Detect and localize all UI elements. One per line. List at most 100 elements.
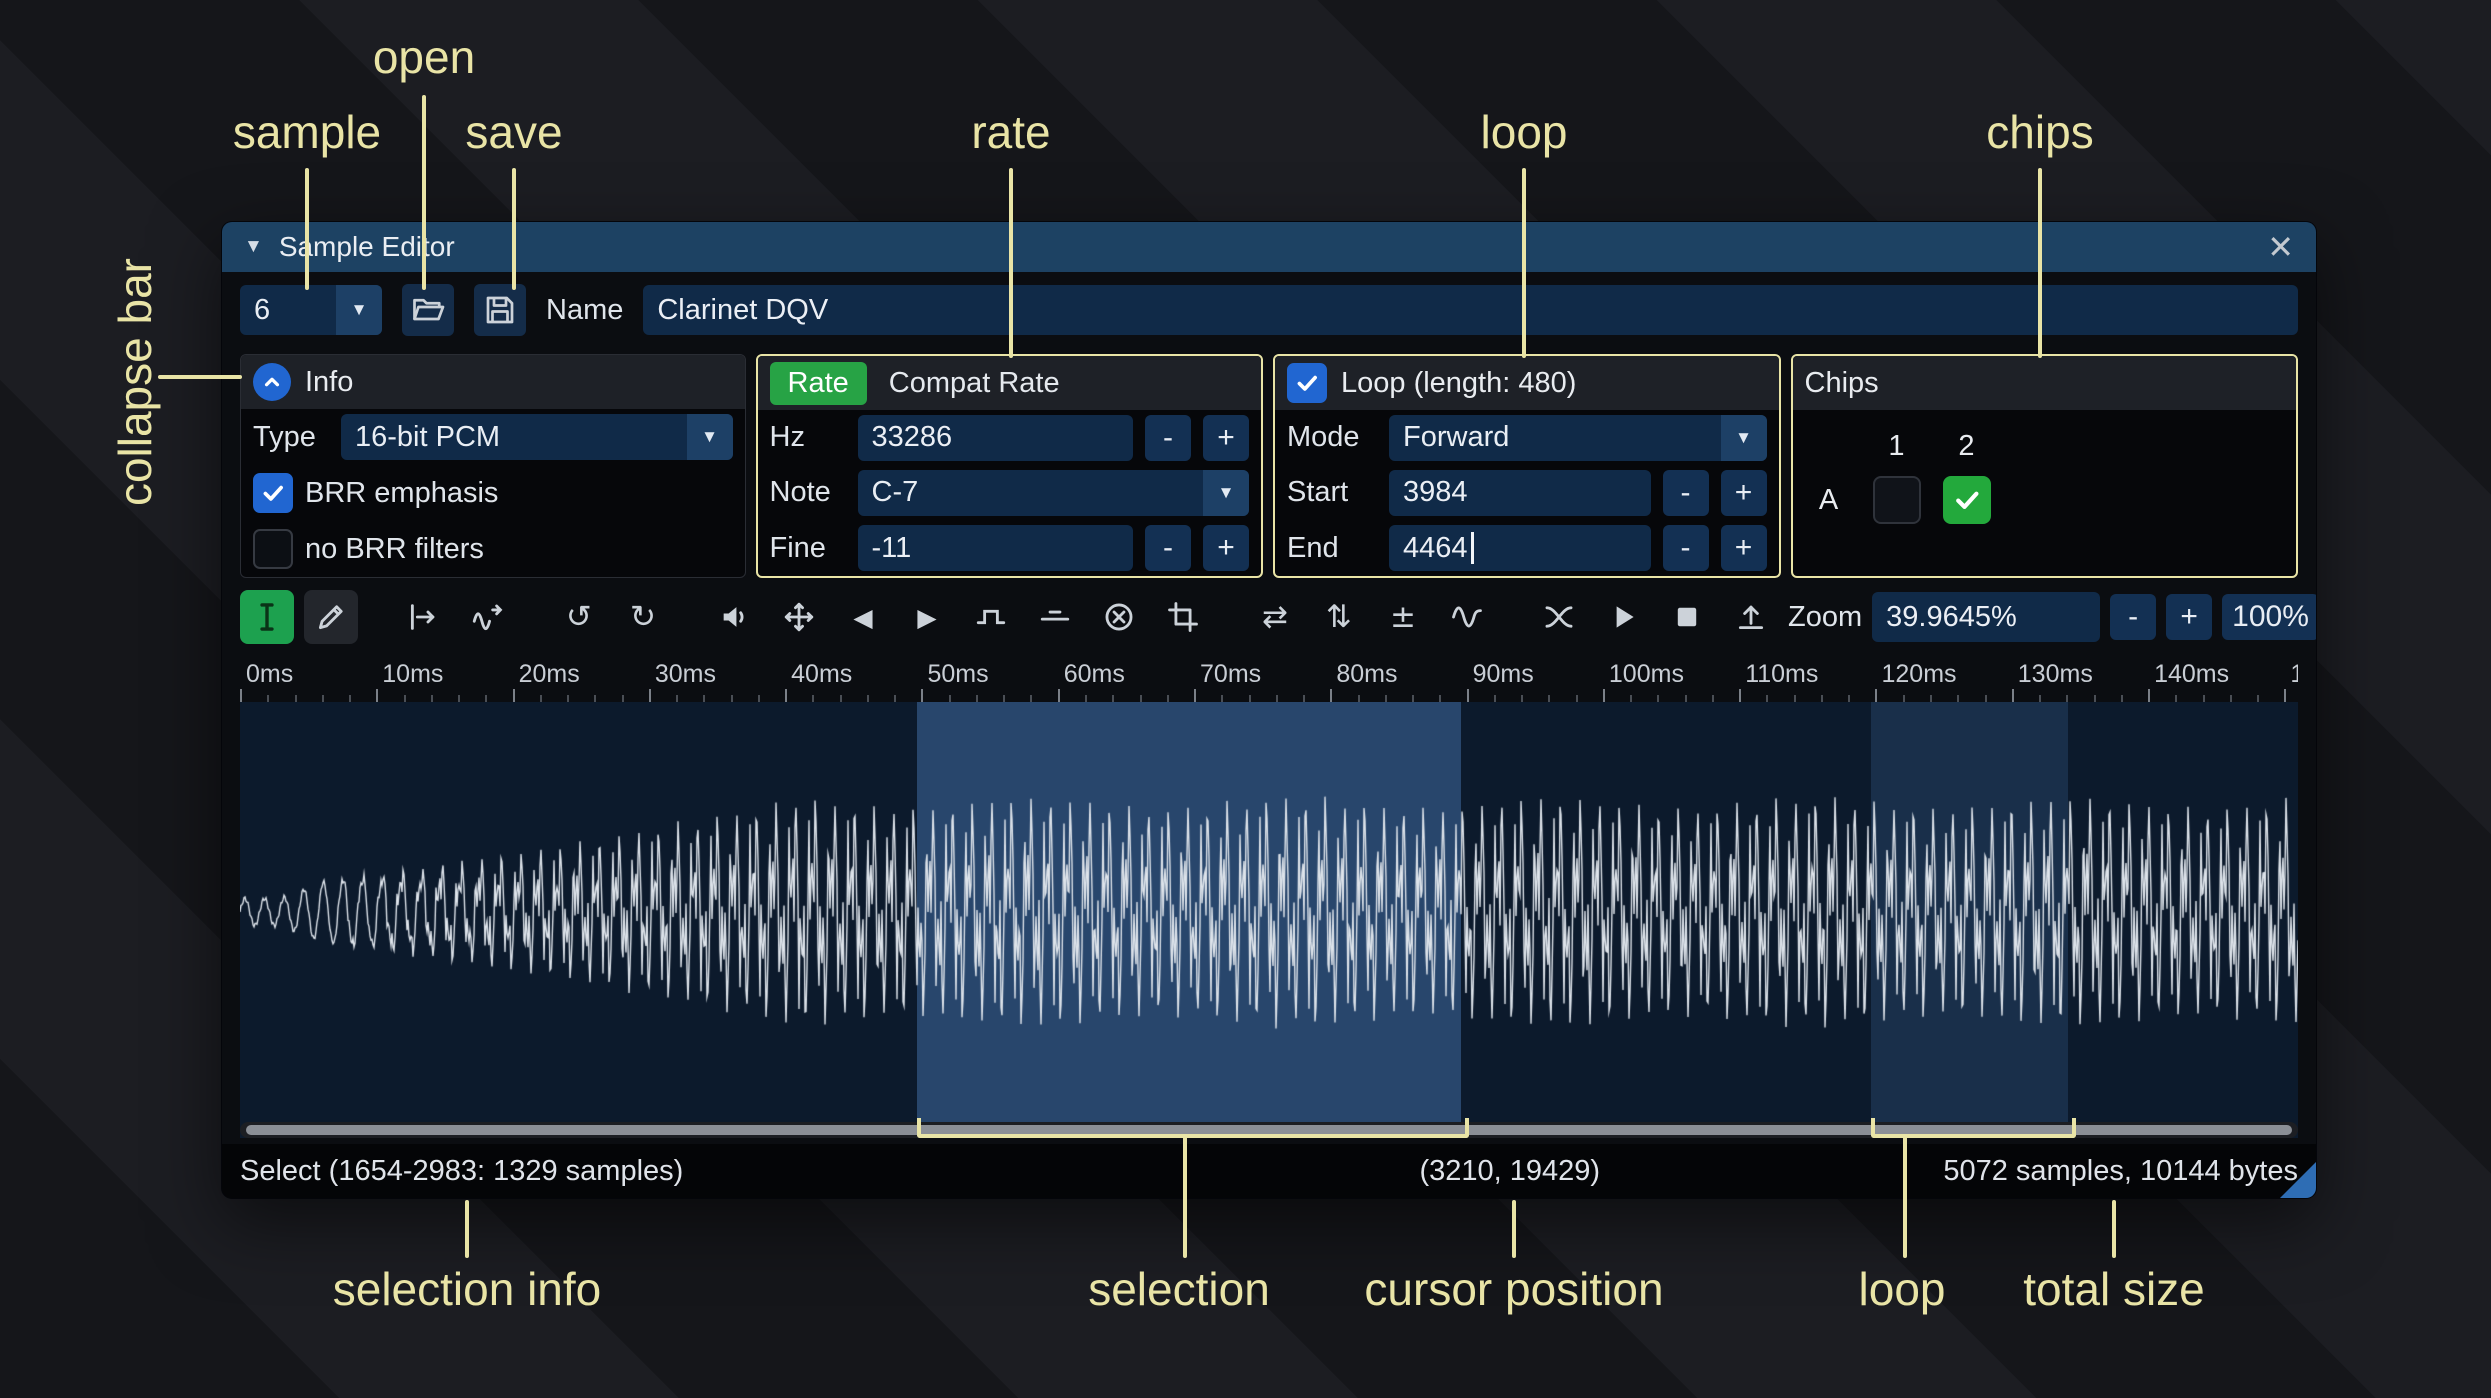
fade-out-button[interactable]: ▶ [900,590,954,644]
open-folder-icon [413,298,445,321]
pencil-icon [318,605,343,630]
left-triangle-icon: ◀ [853,602,873,632]
type-label: Type [253,420,316,453]
annotation-save: save [465,106,563,158]
chevron-up-icon [264,377,280,387]
sine-wave-icon [1452,606,1482,628]
loop-panel-title: Loop (length: 480) [1341,366,1577,399]
save-button[interactable] [474,284,526,336]
annotation-line-loop-top [1522,168,1526,358]
select-tool-button[interactable] [240,590,294,644]
resample-button[interactable] [460,590,514,644]
close-icon[interactable]: ✕ [2267,231,2294,263]
brr-emphasis-checkbox[interactable] [253,473,293,513]
stop-button[interactable] [1660,590,1714,644]
zoom-value: 39.9645% [1886,600,2017,633]
loop-enable-checkbox[interactable] [1287,363,1327,403]
no-brr-filters-checkbox[interactable] [253,529,293,569]
zoom-in-button[interactable]: + [2166,594,2213,640]
zoom-input[interactable]: 39.9645% [1872,592,2101,642]
speaker-icon [723,607,744,627]
invert-button[interactable]: ⇅ [1312,590,1366,644]
loop-end-input[interactable]: 4464 [1389,525,1651,572]
fine-input[interactable]: -11 [857,525,1133,572]
loop-start-increase-button[interactable]: + [1720,469,1767,516]
annotation-line-selection-info [465,1200,469,1258]
timeline-ruler[interactable]: 0ms 10ms 20ms 30ms 40ms 50ms 60ms 70ms 80ms 90ms 1… [240,656,2298,702]
ruler-label: 60ms [1063,660,1125,688]
zoom-reset-button[interactable]: 100% [2222,594,2316,640]
tab-compat-rate[interactable]: Compat Rate [881,362,1068,405]
note-select[interactable]: C-7 ▼ [857,469,1249,516]
apply-filter-button[interactable] [1440,590,1494,644]
tab-rate[interactable]: Rate [769,361,867,405]
loop-end-label: End [1287,531,1339,564]
delete-button[interactable] [1092,590,1146,644]
swap-horizontal-icon: ⇄ [1262,598,1288,635]
undo-button[interactable]: ↺ [552,590,606,644]
sign-exchange-button[interactable]: ± [1376,590,1430,644]
trim-button[interactable] [1156,590,1210,644]
swap-vertical-icon: ⇅ [1326,598,1352,635]
window-collapse-icon[interactable]: ▼ [244,236,263,258]
loop-start-input[interactable]: 3984 [1389,469,1651,516]
ruler-label: 0ms [246,660,294,688]
waveform-area[interactable] [240,702,2298,1138]
draw-tool-button[interactable] [304,590,358,644]
normalize-button[interactable] [772,590,826,644]
chip-2-checkbox[interactable] [1942,476,1991,524]
loop-start-value: 3984 [1403,476,1468,509]
fine-increase-button[interactable]: + [1203,525,1249,572]
loop-panel: Loop (length: 480) Mode Forward ▼ Start … [1273,354,1781,578]
annotation-chips: chips [1986,106,2094,158]
collapse-info-button[interactable] [253,363,291,401]
stop-icon [1677,607,1697,627]
hz-label: Hz [769,421,805,454]
chevron-down-icon: ▼ [336,285,382,335]
reverse-button[interactable]: ⇄ [1248,590,1302,644]
titlebar[interactable]: ▼ Sample Editor ✕ [222,222,2316,272]
ruler-label: 130ms [2017,660,2093,688]
hz-increase-button[interactable]: + [1203,414,1249,461]
status-selection-info: Select (1654-2983: 1329 samples) [240,1154,684,1187]
hz-input[interactable]: 33286 [857,414,1133,461]
info-panel-title: Info [305,365,354,398]
name-input[interactable]: Clarinet DQV [643,285,2298,335]
loop-start-decrease-button[interactable]: - [1662,469,1709,516]
insert-silence-button[interactable] [964,590,1018,644]
crop-icon [1168,602,1198,632]
info-panel-header[interactable]: Info [241,355,745,409]
chips-panel-header: Chips [1792,356,2296,410]
status-cursor-position: (3210, 19429) [1419,1154,1601,1187]
chips-panel: Chips 1 2 A [1790,354,2298,578]
loop-mode-select[interactable]: Forward ▼ [1389,414,1767,461]
open-button[interactable] [402,284,454,336]
note-label: Note [769,476,831,509]
type-select[interactable]: 16-bit PCM ▼ [341,414,733,460]
play-button[interactable] [1596,590,1650,644]
sample-number-select[interactable]: 6 ▼ [240,285,382,335]
zoom-out-button[interactable]: - [2110,594,2157,640]
chevron-down-icon: ▼ [1720,414,1767,461]
expand-arrows-icon [784,602,814,632]
annotation-collapse-bar: collapse bar [109,258,161,507]
create-wavetable-button[interactable] [1724,590,1778,644]
hz-decrease-button[interactable]: - [1145,414,1191,461]
fine-decrease-button[interactable]: - [1145,525,1191,572]
zoom-controls: Zoom 39.9645% - + 100% [1788,592,2316,642]
annotation-loop-top: loop [1480,106,1568,158]
chip-1-checkbox[interactable] [1872,476,1921,524]
resize-button[interactable] [396,590,450,644]
annotation-line-loop-bottom [1903,1136,1907,1258]
window-resize-handle[interactable] [2280,1162,2316,1198]
loop-end-decrease-button[interactable]: - [1662,525,1709,572]
loop-end-increase-button[interactable]: + [1720,525,1767,572]
chips-column-2-label: 2 [1958,429,1975,462]
apply-silence-button[interactable] [1028,590,1082,644]
ruler-label: 70ms [1200,660,1262,688]
crossfade-button[interactable] [1532,590,1586,644]
type-value: 16-bit PCM [355,420,501,453]
amplify-button[interactable] [708,590,762,644]
redo-button[interactable]: ↻ [616,590,670,644]
fade-in-button[interactable]: ◀ [836,590,890,644]
